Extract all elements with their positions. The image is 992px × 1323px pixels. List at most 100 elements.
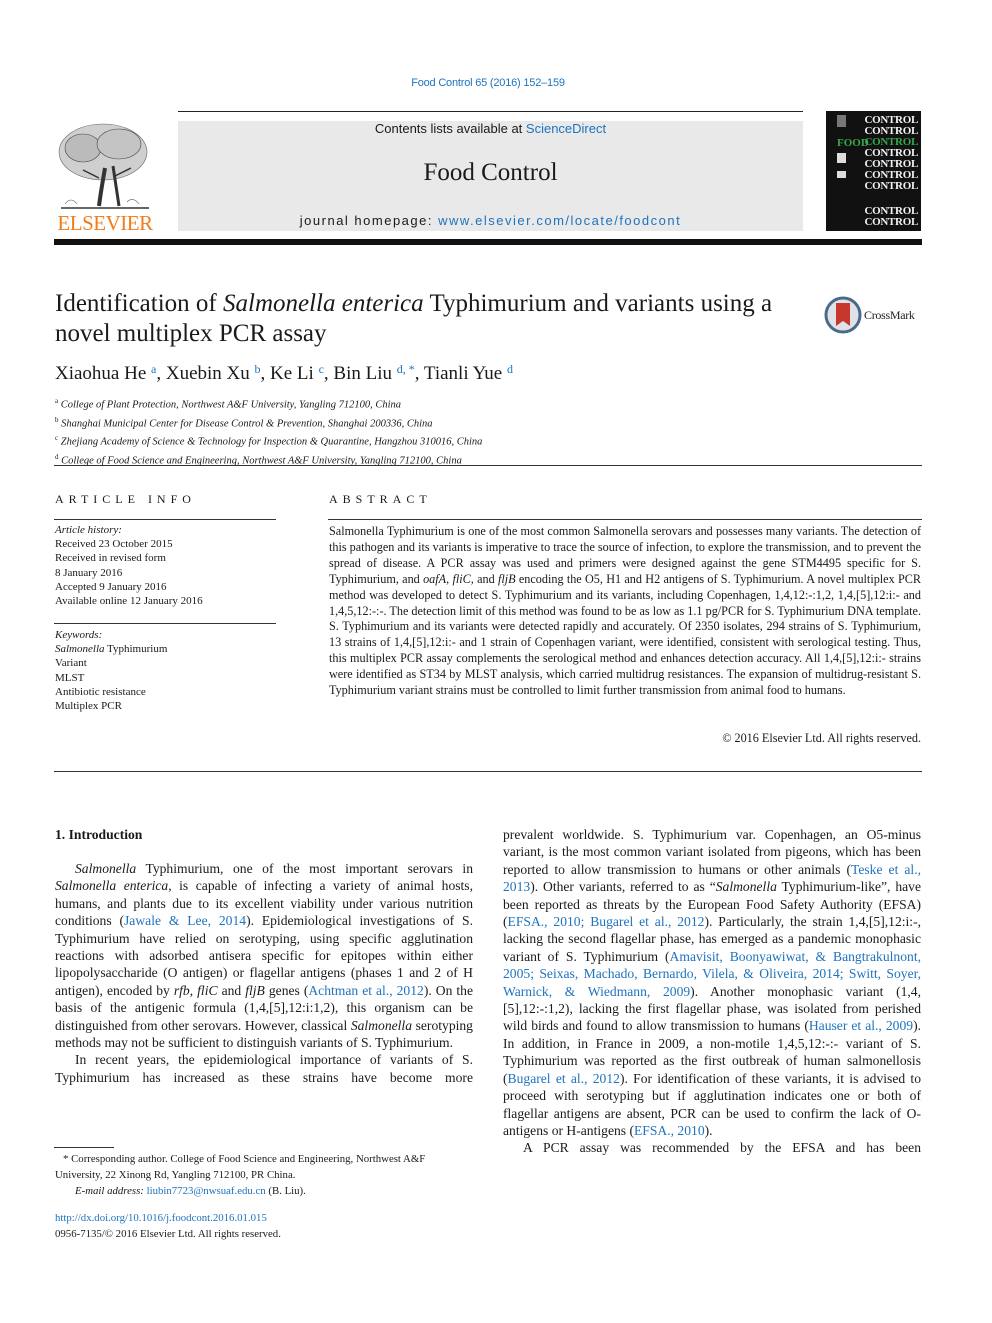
citation-link[interactable]: Hauser et al., 2009 bbox=[809, 1018, 913, 1033]
sciencedirect-link[interactable]: ScienceDirect bbox=[526, 121, 606, 136]
citation-link[interactable]: Jawale & Lee, 2014 bbox=[124, 913, 246, 928]
title-part: Identification of bbox=[55, 290, 223, 317]
doi-block: http://dx.doi.org/10.1016/j.foodcont.201… bbox=[55, 1210, 281, 1242]
affiliations: a College of Plant Protection, Northwest… bbox=[55, 394, 482, 468]
keyword: MLST bbox=[55, 671, 85, 684]
elsevier-wordmark: ELSEVIER bbox=[57, 211, 153, 235]
body-column-right: prevalent worldwide. S. Typhimurium var.… bbox=[503, 826, 921, 1157]
contents-line: Contents lists available at ScienceDirec… bbox=[178, 121, 803, 136]
gene-name: oafA bbox=[423, 571, 447, 586]
history-item: Accepted 9 January 2016 bbox=[55, 580, 167, 593]
italic-text: rfb bbox=[173, 982, 190, 998]
author-name[interactable]: Ke Li bbox=[270, 363, 314, 384]
text-run: ). bbox=[704, 1122, 713, 1138]
keyword-rest: Typhimurium bbox=[104, 643, 168, 656]
keyword: Salmonella Typhimurium bbox=[55, 642, 167, 656]
paragraph: In recent years, the epidemiological imp… bbox=[55, 1051, 473, 1086]
cover-word: CONTROL bbox=[864, 216, 918, 228]
text-run: and bbox=[217, 982, 246, 998]
crossmark-button[interactable]: CrossMark bbox=[824, 296, 924, 336]
header-rule bbox=[178, 111, 803, 112]
author-affil-link[interactable]: c bbox=[319, 362, 324, 376]
abstract-span: , and bbox=[470, 571, 498, 586]
header-thick-rule bbox=[54, 239, 922, 245]
author-affil-link[interactable]: d bbox=[507, 362, 513, 376]
author-name[interactable]: Xuebin Xu bbox=[166, 363, 250, 384]
abstract-span: encoding the O5, H1 and H2 antigens of S… bbox=[329, 571, 922, 698]
paragraph: Salmonella Typhimurium, one of the most … bbox=[55, 860, 473, 1051]
text-run: genes ( bbox=[264, 982, 309, 998]
homepage-line: journal homepage: www.elsevier.com/locat… bbox=[178, 213, 803, 228]
author-name[interactable]: Xiaohua He bbox=[55, 363, 146, 384]
affil-text: College of Plant Protection, Northwest A… bbox=[60, 399, 402, 411]
cover-word: CONTROL bbox=[864, 180, 918, 192]
author-list: Xiaohua He a, Xuebin Xu b, Ke Li c, Bin … bbox=[55, 362, 513, 384]
gene-name: fliC bbox=[452, 571, 471, 586]
article-history: Article history: Received 23 October 201… bbox=[55, 523, 203, 608]
affiliation: b Shanghai Municipal Center for Disease … bbox=[55, 413, 482, 432]
journal-cover-image[interactable]: CONTROL CONTROL FOOD CONTROL CONTROL CON… bbox=[826, 111, 921, 231]
divider bbox=[54, 623, 276, 624]
keyword: Variant bbox=[55, 657, 87, 670]
keyword: Antibiotic resistance bbox=[55, 685, 146, 698]
footnote-rule bbox=[54, 1147, 114, 1148]
homepage-prefix: journal homepage: bbox=[299, 213, 439, 228]
affil-text: Zhejiang Academy of Science & Technology… bbox=[60, 436, 483, 448]
italic-text: Salmonella bbox=[75, 861, 137, 876]
author-affil-link[interactable]: b bbox=[255, 362, 261, 376]
doi-link[interactable]: http://dx.doi.org/10.1016/j.foodcont.201… bbox=[55, 1210, 281, 1226]
email-line: E-mail address: liubin7723@nwsuaf.edu.cn… bbox=[55, 1183, 475, 1199]
affiliation: a College of Plant Protection, Northwest… bbox=[55, 394, 482, 413]
crossmark-icon bbox=[824, 296, 862, 334]
author-name[interactable]: Tianli Yue bbox=[424, 363, 502, 384]
abstract-heading: ABSTRACT bbox=[329, 492, 432, 506]
journal-title: Food Control bbox=[423, 159, 558, 186]
affil-key: b bbox=[55, 415, 59, 424]
citation-link[interactable]: Achtman et al., 2012 bbox=[308, 983, 423, 998]
cover-publisher-icon bbox=[837, 115, 846, 127]
author-name[interactable]: Bin Liu bbox=[333, 363, 392, 384]
affil-key: d bbox=[55, 452, 59, 461]
citation-link[interactable]: EFSA., 2010 bbox=[634, 1123, 705, 1138]
paragraph: A PCR assay was recommended by the EFSA … bbox=[503, 1139, 921, 1156]
affil-text: Shanghai Municipal Center for Disease Co… bbox=[61, 418, 433, 429]
journal-citation[interactable]: Food Control 65 (2016) 152–159 bbox=[0, 77, 976, 89]
homepage-link[interactable]: www.elsevier.com/locate/foodcont bbox=[438, 213, 681, 228]
title-italic: Salmonella enterica bbox=[223, 290, 424, 317]
italic-text: Salmonella enterica bbox=[55, 878, 169, 894]
cover-thumb-icon bbox=[837, 153, 846, 163]
citation-link[interactable]: EFSA., 2010; Bugarel et al., 2012 bbox=[508, 914, 705, 929]
keyword: Multiplex PCR bbox=[55, 700, 122, 713]
citation-link[interactable]: Bugarel et al., 2012 bbox=[508, 1071, 620, 1086]
italic-text: fliC bbox=[197, 982, 218, 998]
text-run: ). Other variants, referred to as “ bbox=[530, 879, 716, 895]
keywords: Keywords: Salmonella Typhimurium Variant… bbox=[55, 628, 167, 713]
email-suffix: (B. Liu). bbox=[265, 1185, 306, 1197]
author-affil-link[interactable]: a bbox=[151, 362, 156, 376]
italic-text: Salmonella bbox=[715, 879, 777, 895]
footnote: * Corresponding author. College of Food … bbox=[55, 1151, 475, 1199]
affil-key: c bbox=[55, 434, 59, 442]
italic-text: fljB bbox=[245, 982, 265, 998]
history-item: Available online 12 January 2016 bbox=[55, 595, 203, 608]
text-run: A PCR assay was recommended by the EFSA … bbox=[523, 1140, 921, 1156]
divider bbox=[328, 519, 922, 520]
email-link[interactable]: liubin7723@nwsuaf.edu.cn bbox=[147, 1185, 266, 1197]
history-item: Received in revised form bbox=[55, 552, 166, 565]
history-label: Article history: bbox=[55, 524, 122, 536]
abstract-copyright: © 2016 Elsevier Ltd. All rights reserved… bbox=[722, 731, 921, 745]
affil-key: a bbox=[55, 397, 59, 405]
section-heading: 1. Introduction bbox=[55, 827, 143, 842]
article-title: Identification of Salmonella enterica Ty… bbox=[55, 289, 815, 349]
abstract-text: Salmonella Typhimurium is one of the mos… bbox=[329, 524, 921, 699]
article-info-heading: ARTICLE INFO bbox=[55, 492, 196, 506]
divider bbox=[54, 519, 276, 520]
contents-prefix: Contents lists available at bbox=[374, 121, 526, 136]
affiliation: c Zhejiang Academy of Science & Technolo… bbox=[55, 431, 482, 450]
keyword-italic: Salmonella bbox=[55, 643, 105, 656]
author-affil-link[interactable]: d, * bbox=[397, 362, 415, 376]
cover-thumb-icon bbox=[837, 171, 846, 178]
corresponding-author-note: * Corresponding author. College of Food … bbox=[55, 1153, 426, 1181]
issn-copyright: 0956-7135/© 2016 Elsevier Ltd. All right… bbox=[55, 1228, 281, 1240]
divider bbox=[54, 465, 922, 466]
